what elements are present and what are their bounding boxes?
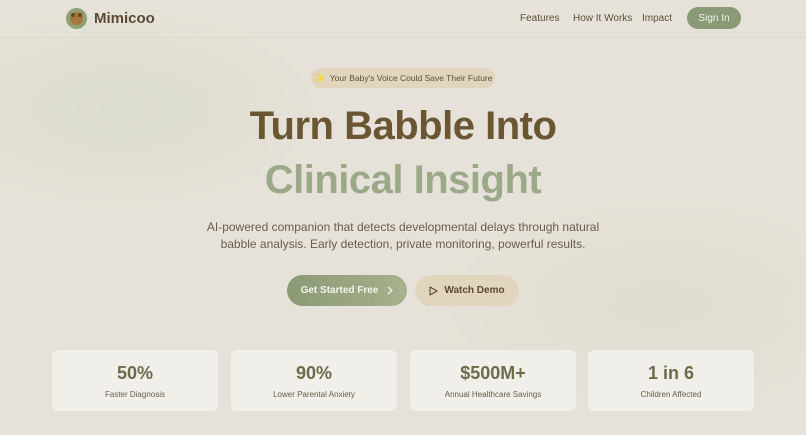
badge-text: Your Baby's Voice Could Save Their Futur…: [329, 73, 493, 83]
nav-link-how-it-works[interactable]: How It Works: [573, 13, 632, 24]
get-started-label: Get Started Free: [300, 285, 379, 296]
chevron-right-icon: [387, 286, 394, 295]
hero-badge: ✨ Your Baby's Voice Could Save Their Fut…: [311, 68, 495, 88]
hero-title-line-1: Turn Babble Into: [249, 104, 557, 148]
stat-value: $500M+: [460, 363, 526, 383]
stat-label: Annual Healthcare Savings: [444, 390, 542, 399]
stat-card-healthcare-savings: $500M+ Annual Healthcare Savings: [410, 350, 576, 411]
watch-demo-label: Watch Demo: [444, 285, 505, 296]
stat-value: 1 in 6: [647, 363, 695, 383]
sparkles-icon: ✨: [313, 72, 325, 83]
stat-label: Children Affected: [640, 390, 702, 399]
nav-link-impact[interactable]: Impact: [642, 13, 672, 24]
watch-demo-button[interactable]: Watch Demo: [415, 275, 519, 306]
sign-in-button[interactable]: Sign In: [687, 7, 741, 29]
stat-card-faster-diagnosis: 50% Faster Diagnosis: [52, 350, 218, 411]
nav-link-features[interactable]: Features: [520, 13, 559, 24]
stat-card-parental-anxiety: 90% Lower Parental Anxiety: [231, 350, 397, 411]
baby-face-icon[interactable]: [66, 8, 87, 29]
hero-title-line-2: Clinical Insight: [264, 158, 542, 202]
top-nav-bar: Mimicoo Features How It Works Impact Sig…: [0, 0, 806, 38]
stat-value: 50%: [116, 363, 154, 383]
stat-label: Faster Diagnosis: [104, 390, 166, 399]
get-started-button[interactable]: Get Started Free: [287, 275, 407, 306]
brand-name[interactable]: Mimicoo: [94, 10, 155, 27]
stat-label: Lower Parental Anxiety: [273, 390, 355, 399]
stat-card-children-affected: 1 in 6 Children Affected: [588, 350, 754, 411]
play-icon: [429, 285, 438, 296]
stat-value: 90%: [295, 363, 333, 383]
hero-subtitle: AI-powered companion that detects develo…: [206, 220, 600, 251]
landing-page: Mimicoo Features How It Works Impact Sig…: [0, 0, 806, 435]
